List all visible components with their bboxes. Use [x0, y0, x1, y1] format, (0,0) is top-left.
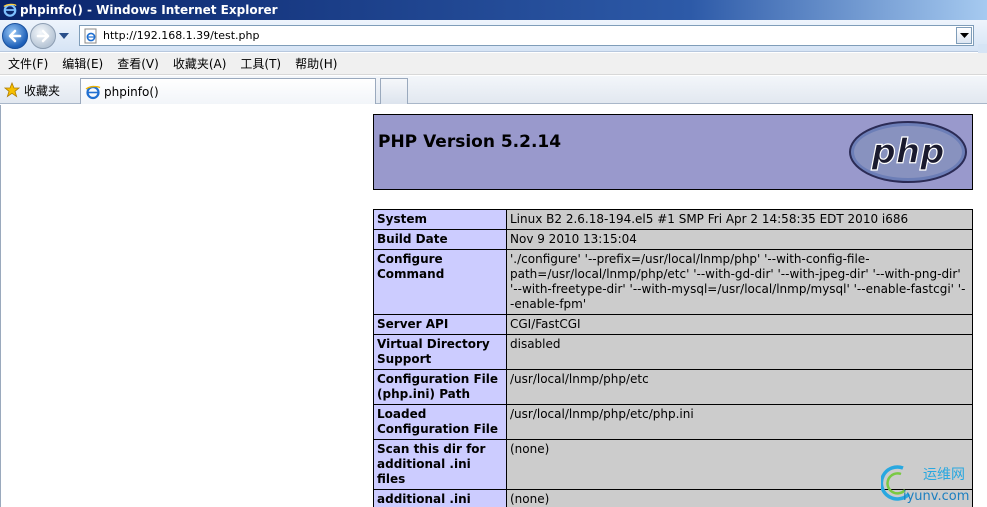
row-key: Virtual Directory Support [373, 334, 507, 370]
page-ie-icon [84, 28, 97, 43]
menu-bar: 文件(F) 编辑(E) 查看(V) 收藏夹(A) 工具(T) 帮助(H) [0, 53, 987, 75]
menu-view[interactable]: 查看(V) [113, 53, 163, 74]
new-tab-button[interactable] [380, 78, 408, 104]
window-title: phpinfo() - Windows Internet Explorer [20, 3, 278, 17]
watermark-domain-text: iyunv.com [903, 489, 969, 504]
menu-file[interactable]: 文件(F) [4, 53, 52, 74]
table-row: Loaded Configuration File /usr/local/lnm… [373, 404, 973, 440]
favorites-label: 收藏夹 [24, 83, 61, 98]
star-icon [4, 82, 20, 98]
php-version-title: PHP Version 5.2.14 [378, 132, 562, 152]
table-row: Build Date Nov 9 2010 13:15:04 [373, 229, 973, 250]
row-key: Scan this dir for additional .ini files [373, 439, 507, 490]
table-row: Configuration File (php.ini) Path /usr/l… [373, 369, 973, 405]
arrow-left-icon [8, 29, 22, 43]
arrow-right-icon [36, 29, 50, 43]
row-value: /usr/local/lnmp/php/etc [506, 369, 973, 405]
table-row: Configure Command './configure' '--prefi… [373, 249, 973, 315]
php-logo: php [849, 121, 967, 183]
php-version-header: PHP Version 5.2.14 php [373, 114, 973, 190]
address-dropdown-button[interactable] [956, 27, 972, 44]
row-key: Configure Command [373, 249, 507, 315]
history-dropdown-icon[interactable] [58, 31, 70, 41]
tab-phpinfo[interactable]: phpinfo() [80, 78, 376, 104]
row-key: Configuration File (php.ini) Path [373, 369, 507, 405]
menu-favorites[interactable]: 收藏夹(A) [169, 53, 231, 74]
row-key: additional .ini files parsed [373, 489, 507, 507]
chevron-down-icon [959, 32, 969, 38]
ie-icon [3, 3, 17, 17]
row-value: /usr/local/lnmp/php/etc/php.ini [506, 404, 973, 440]
tab-title: phpinfo() [104, 84, 159, 99]
row-value: Linux B2 2.6.18-194.el5 #1 SMP Fri Apr 2… [506, 209, 973, 230]
menu-help[interactable]: 帮助(H) [291, 53, 341, 74]
table-row: Server API CGI/FastCGI [373, 314, 973, 335]
window-titlebar: phpinfo() - Windows Internet Explorer [0, 0, 987, 20]
row-value: './configure' '--prefix=/usr/local/lnmp/… [506, 249, 973, 315]
row-key: Loaded Configuration File [373, 404, 507, 440]
page-content: PHP Version 5.2.14 php System Linux B2 2… [0, 105, 987, 507]
ie-page-icon [85, 85, 101, 99]
row-value: Nov 9 2010 13:15:04 [506, 229, 973, 250]
row-value: disabled [506, 334, 973, 370]
row-value: CGI/FastCGI [506, 314, 973, 335]
row-key: Server API [373, 314, 507, 335]
forward-button[interactable] [30, 23, 56, 49]
menu-tools[interactable]: 工具(T) [236, 53, 285, 74]
row-key: System [373, 209, 507, 230]
site-watermark-logo: 运维网 iyunv.com [881, 465, 969, 504]
favorites-tab-bar: 收藏夹 phpinfo() [0, 76, 987, 104]
url-input[interactable] [103, 26, 956, 45]
row-key: Build Date [373, 229, 507, 250]
menu-edit[interactable]: 编辑(E) [58, 53, 107, 74]
address-bar[interactable] [79, 25, 974, 46]
watermark-cn-text: 运维网 [923, 467, 965, 483]
navigation-bar [0, 20, 987, 68]
table-row: Virtual Directory Support disabled [373, 334, 973, 370]
php-logo-text: php [871, 132, 945, 172]
back-button[interactable] [2, 23, 28, 49]
table-row: System Linux B2 2.6.18-194.el5 #1 SMP Fr… [373, 209, 973, 230]
favorites-button[interactable]: 收藏夹 [4, 81, 60, 99]
